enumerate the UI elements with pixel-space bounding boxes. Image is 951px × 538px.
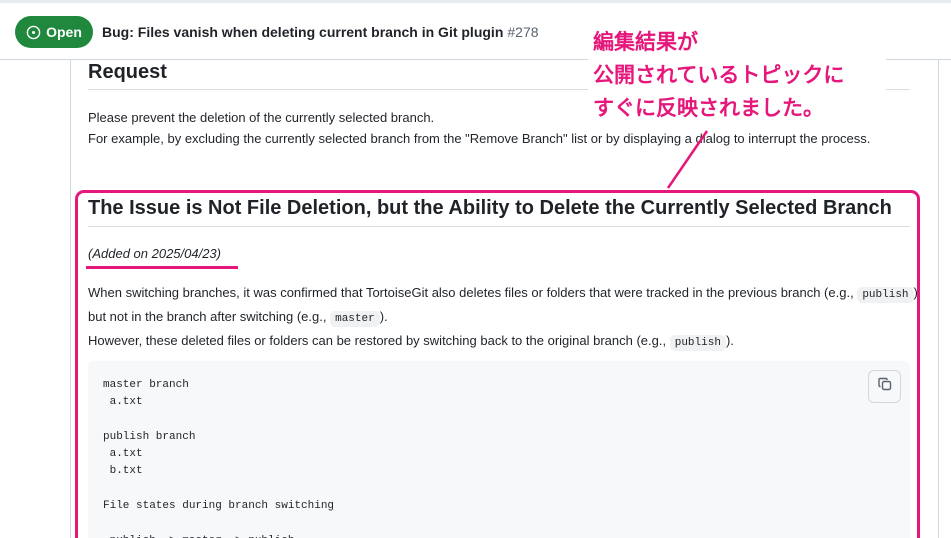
annotation-callout: 編集結果が 公開されているトピックに すぐに反映されました。 (593, 26, 844, 125)
annotation-line-3: すぐに反映されました。 (593, 96, 824, 120)
annotation-line-1: 編集結果が (593, 30, 698, 54)
annotation-line-2: 公開されているトピックに (593, 63, 845, 87)
